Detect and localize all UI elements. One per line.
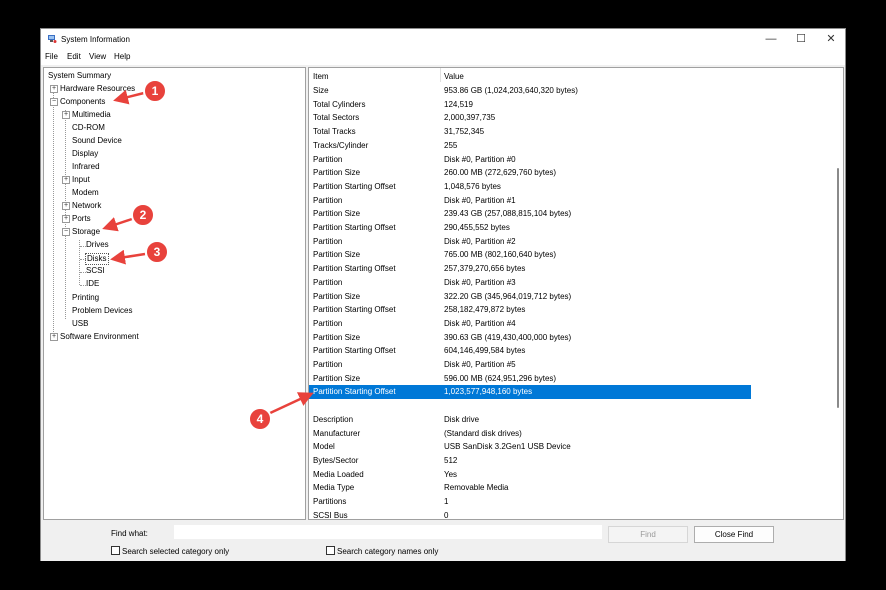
annotation-arrows xyxy=(102,89,314,416)
annotation-badge-4: 4 xyxy=(248,407,272,431)
annotation-badge-3: 3 xyxy=(145,240,169,264)
arrow-to-storage xyxy=(102,217,133,232)
annotation-badge-2: 2 xyxy=(131,203,155,227)
arrow-to-selected-row xyxy=(267,392,314,416)
arrow-to-disks xyxy=(110,249,146,265)
arrow-to-components xyxy=(113,89,145,105)
annotation-badge-1: 1 xyxy=(143,79,167,103)
